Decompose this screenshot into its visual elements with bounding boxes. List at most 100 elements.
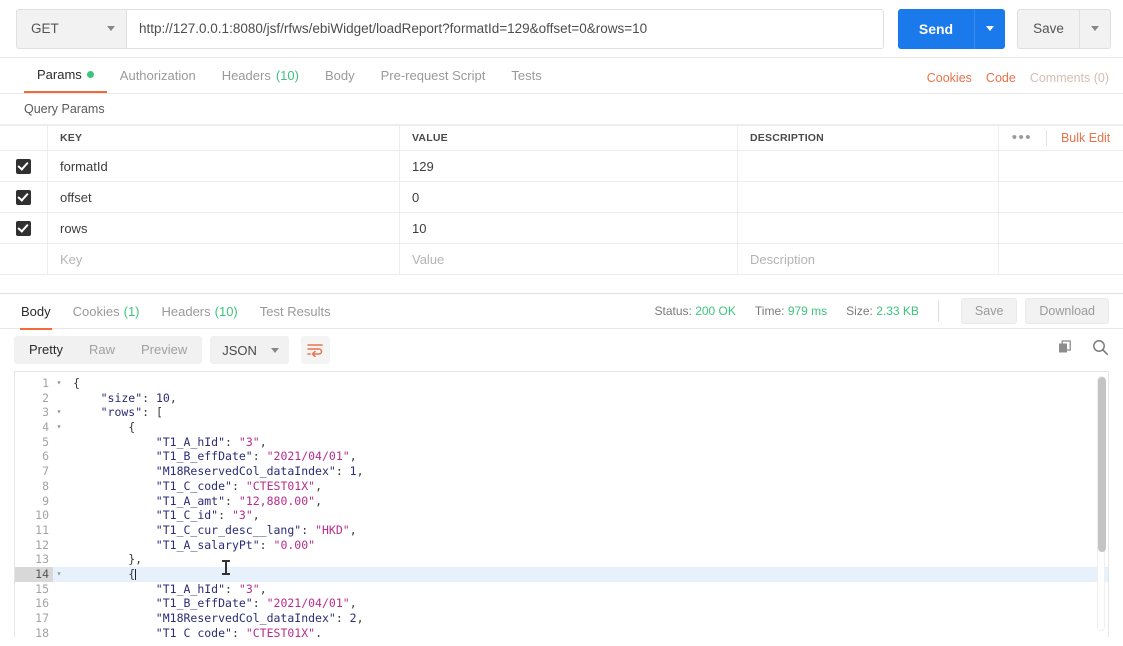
scrollbar-thumb[interactable] [1098,377,1106,552]
copy-button[interactable] [1058,339,1074,361]
param-enabled-checkbox[interactable] [16,220,31,236]
request-tabs-actions: Cookies Code Comments (0) [927,71,1109,93]
code-vertical-scrollbar[interactable] [1097,376,1106,631]
response-tab-test-results[interactable]: Test Results [249,294,342,329]
new-param-key-input[interactable]: Key [48,244,400,274]
header-actions: ••• Bulk Edit [998,126,1123,150]
param-key[interactable]: offset [48,182,400,212]
response-tab-body[interactable]: Body [10,294,62,330]
save-request-button[interactable]: Save [1017,8,1079,49]
response-tabs: Body Cookies (1) Headers (10) Test Resul… [0,293,1123,330]
param-enabled-checkbox[interactable] [16,158,31,174]
view-mode-preview[interactable]: Preview [128,337,200,363]
wrap-lines-icon [307,344,324,357]
header-key: KEY [48,126,400,150]
tab-body[interactable]: Body [312,58,368,93]
fold-toggle-icon[interactable]: ▾ [53,420,65,435]
param-enabled-checkbox[interactable] [16,189,31,205]
code-line-text: "T1_B_effDate": "2021/04/01", [155,596,357,611]
modified-dot-icon [86,71,94,78]
tab-headers[interactable]: Headers (10) [209,58,312,93]
code-line: 12 "T1_A_salaryPt": "0.00" [15,538,1108,553]
save-button-group: Save [1017,8,1111,49]
fold-toggle-icon[interactable]: ▾ [53,567,65,582]
response-tab-headers[interactable]: Headers (10) [151,294,249,329]
chevron-down-icon [986,26,994,31]
comments-link[interactable]: Comments (0) [1030,71,1109,85]
new-param-description-input[interactable]: Description [738,244,998,274]
header-value: VALUE [400,126,738,150]
table-row: rows 10 [0,213,1123,244]
param-description[interactable] [738,182,998,212]
save-options-button[interactable] [1079,8,1111,49]
response-body-actions [1058,339,1109,361]
response-tab-cookies[interactable]: Cookies (1) [62,294,151,329]
line-number: 3 [42,405,49,420]
tab-pre-request-script[interactable]: Pre-request Script [368,58,499,93]
tab-tests[interactable]: Tests [498,58,554,93]
send-options-button[interactable] [974,8,1005,49]
save-response-button[interactable]: Save [960,298,1018,324]
request-tabs: Params Authorization Headers (10) Body P… [0,58,1123,94]
row-checkbox-cell [0,151,48,181]
chevron-down-icon [107,26,115,31]
response-tab-headers-count: (10) [214,303,238,319]
http-method-label: GET [31,21,59,36]
fold-toggle-icon[interactable]: ▾ [53,376,65,391]
response-body-code-area[interactable]: 1 ▾ {2 "size": 10, 3 ▾ "rows": [4 ▾ {5 "T1_A_hId"… [14,371,1109,637]
query-params-table: KEY VALUE DESCRIPTION ••• Bulk Edit form… [0,125,1123,275]
code-line-text: "T1_C_code": "CTEST01X", [155,478,323,493]
view-mode-raw[interactable]: Raw [76,337,128,363]
param-description[interactable] [738,151,998,181]
line-number: 12 [35,537,49,552]
code-line-text: "T1_A_hId": "3", [155,434,267,449]
code-line: 11 "T1_C_cur_desc__lang": "HKD", [15,523,1108,538]
header-checkbox-cell [0,126,48,150]
response-format-select[interactable]: JSON [210,336,289,364]
tab-params-label: Params [37,67,82,82]
line-number: 10 [35,508,49,523]
wrap-lines-button[interactable] [300,336,330,364]
line-number: 16 [35,596,49,611]
param-value[interactable]: 10 [400,213,738,243]
code-link[interactable]: Code [986,71,1016,85]
line-number: 9 [42,493,49,508]
response-body-toolbar: Pretty Raw Preview JSON [0,329,1123,371]
line-number: 17 [35,611,49,625]
more-options-icon[interactable]: ••• [1012,130,1032,145]
param-key[interactable]: formatId [48,151,400,181]
table-row: offset 0 [0,182,1123,213]
download-response-button[interactable]: Download [1025,298,1109,324]
param-key[interactable]: rows [48,213,400,243]
code-line-text: { [128,566,137,581]
url-input[interactable] [126,8,884,49]
code-line-text: }, [128,552,143,567]
http-method-select[interactable]: GET [16,8,126,49]
response-tab-cookies-count: (1) [123,303,140,319]
param-value[interactable]: 129 [400,151,738,181]
code-line: 13}, [15,552,1108,567]
row-actions [998,151,1123,181]
param-description[interactable] [738,213,998,243]
bulk-edit-link[interactable]: Bulk Edit [1061,131,1110,145]
tab-params[interactable]: Params [24,58,107,93]
tab-authorization[interactable]: Authorization [107,58,209,93]
line-number: 5 [42,434,49,449]
cookies-link[interactable]: Cookies [927,71,972,85]
fold-toggle-icon[interactable]: ▾ [53,405,65,420]
search-button[interactable] [1092,339,1109,361]
send-button[interactable]: Send [898,8,974,49]
param-value[interactable]: 0 [400,182,738,212]
line-number: 14 [15,566,53,582]
divider [1045,130,1047,146]
new-param-value-input[interactable]: Value [400,244,738,274]
code-line-text: { [73,376,80,390]
table-row-empty: Key Value Description [0,244,1123,275]
view-mode-pretty[interactable]: Pretty [16,337,76,363]
code-line: 16 "T1_B_effDate": "2021/04/01", [15,596,1108,611]
line-number: 1 [42,376,49,390]
